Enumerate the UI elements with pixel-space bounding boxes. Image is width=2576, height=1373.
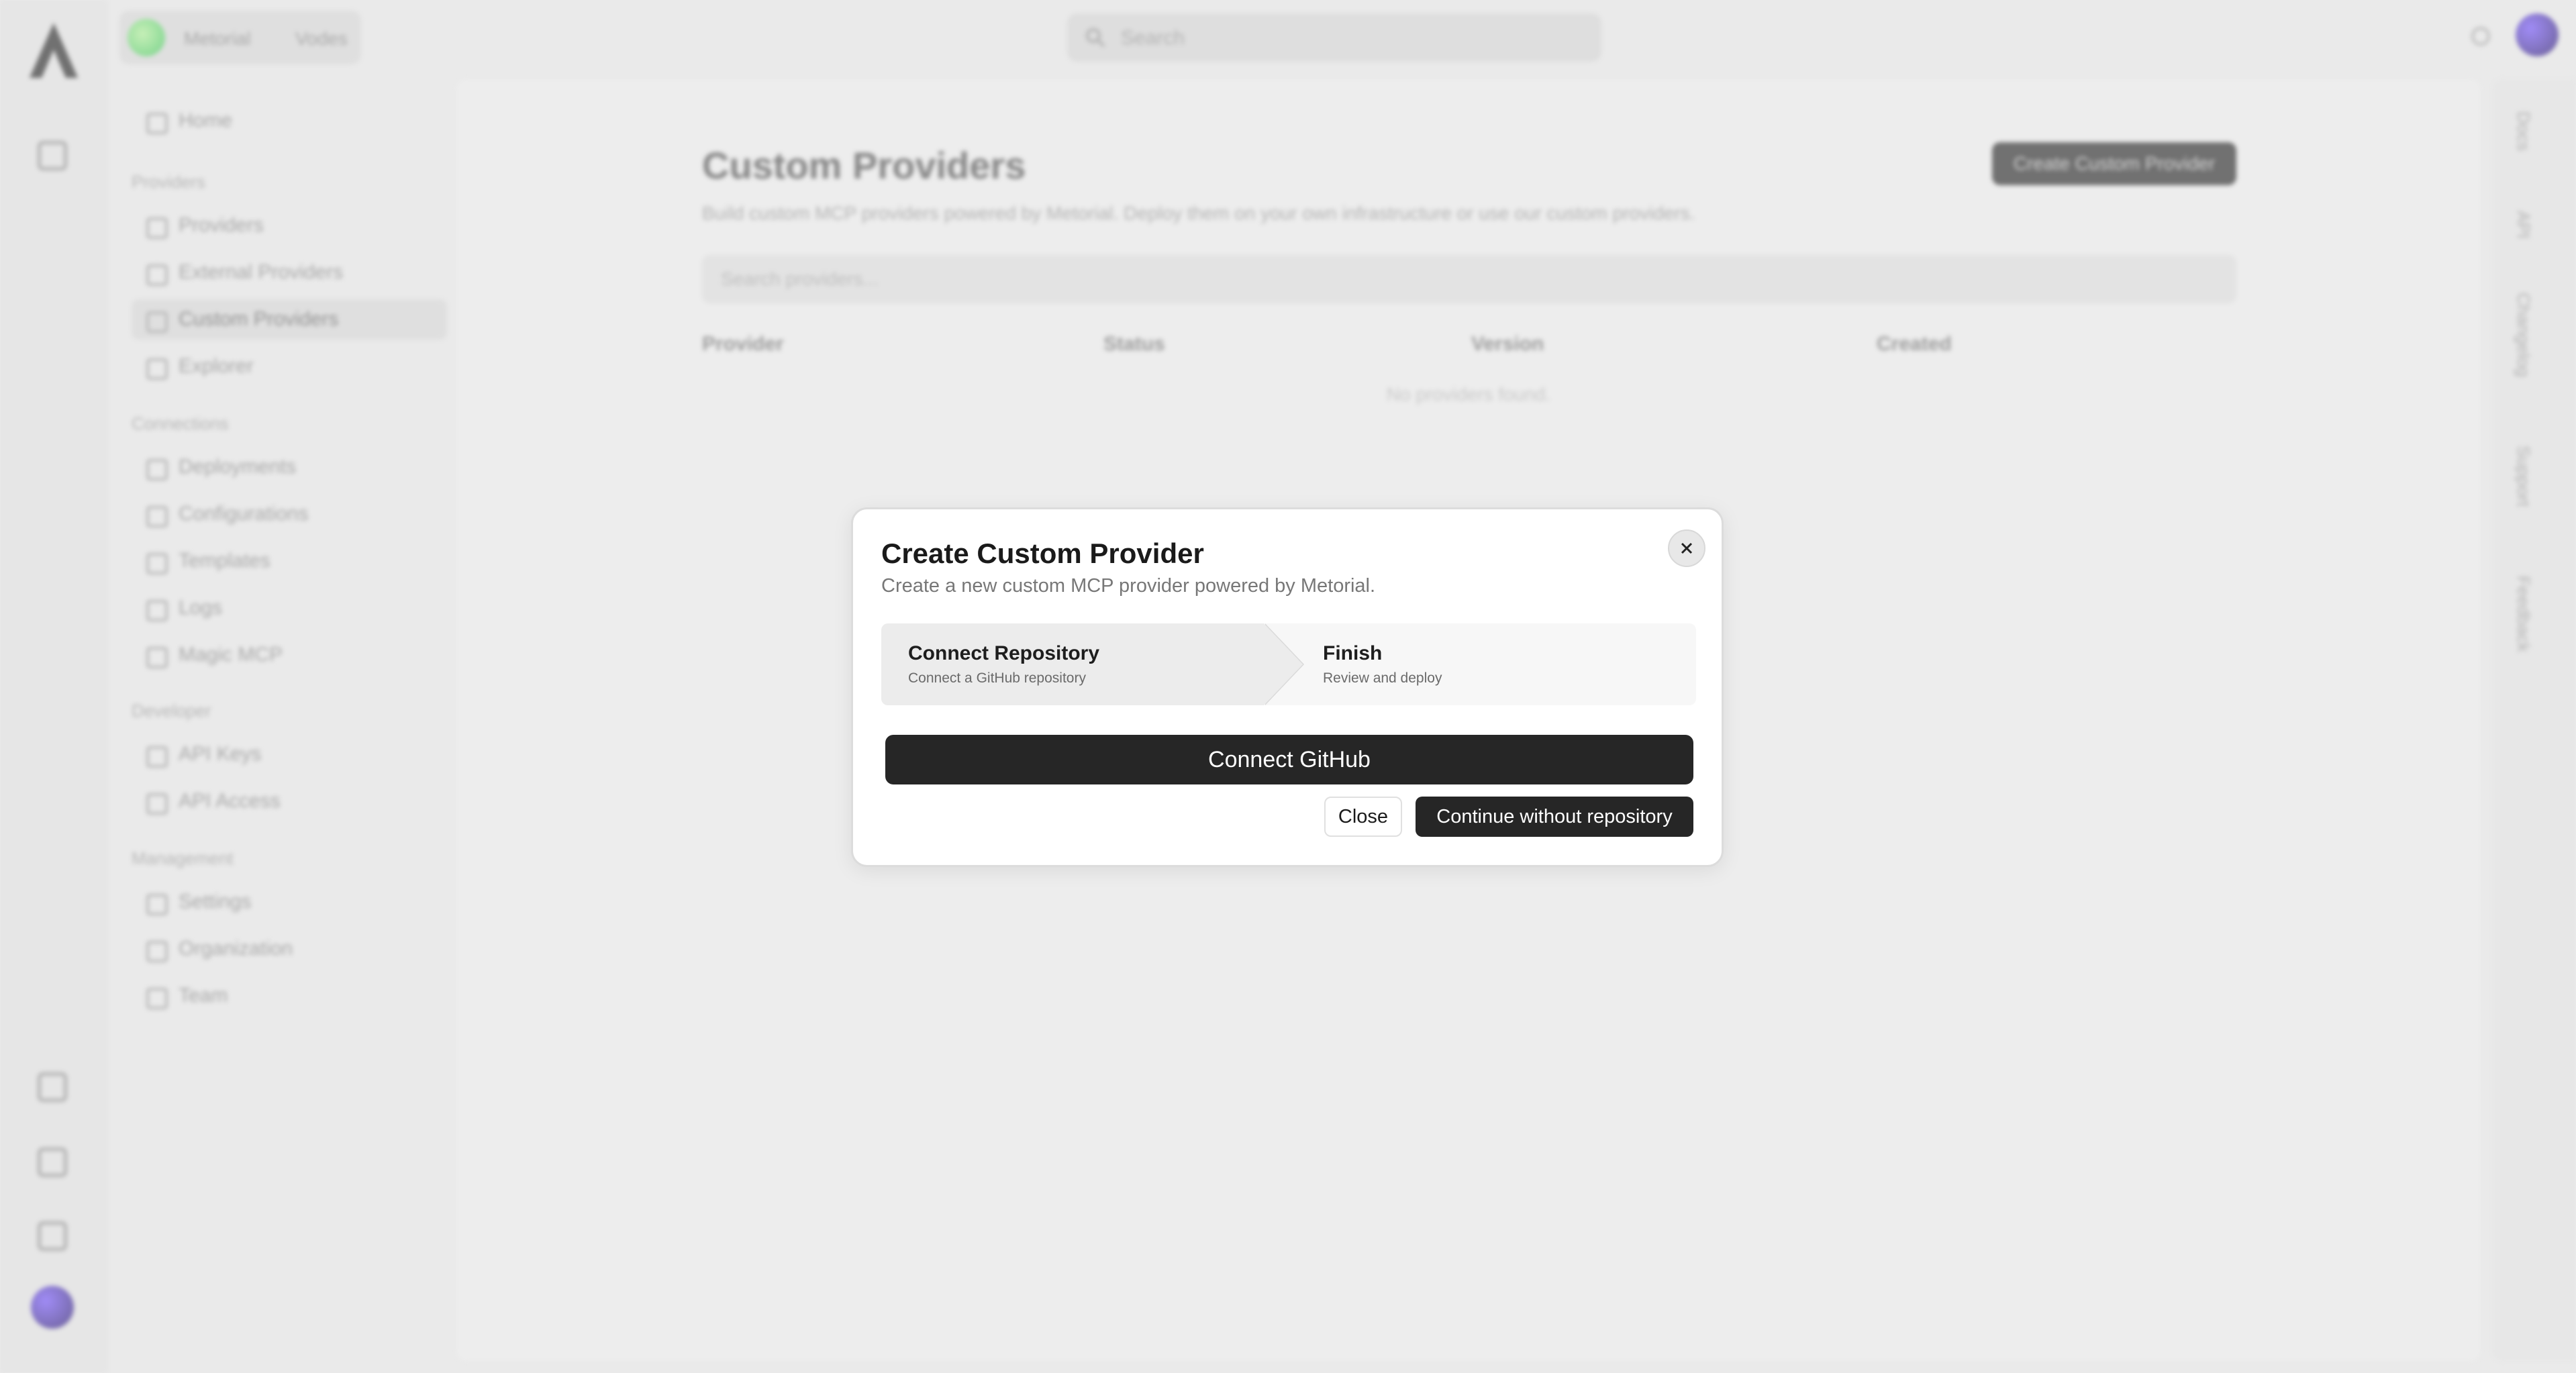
- step-2-title: Finish: [1323, 642, 1383, 664]
- close-icon[interactable]: [1668, 529, 1705, 567]
- create-custom-provider-dialog: Create Custom Provider Create a new cust…: [851, 507, 1724, 867]
- stepper: Connect Repository Connect a GitHub repo…: [881, 623, 1696, 705]
- continue-without-repository-button[interactable]: Continue without repository: [1416, 797, 1693, 837]
- x-icon: [1681, 542, 1693, 554]
- step-2-subtitle: Review and deploy: [1323, 670, 1442, 686]
- dialog-description: Create a new custom MCP provider powered…: [881, 575, 1376, 597]
- connect-github-button[interactable]: Connect GitHub: [885, 735, 1693, 784]
- close-button[interactable]: Close: [1324, 797, 1402, 837]
- step-1-title: Connect Repository: [908, 642, 1100, 664]
- step-arrow: [1264, 623, 1303, 705]
- dialog-title: Create Custom Provider: [881, 538, 1204, 569]
- step-1-subtitle: Connect a GitHub repository: [908, 670, 1086, 686]
